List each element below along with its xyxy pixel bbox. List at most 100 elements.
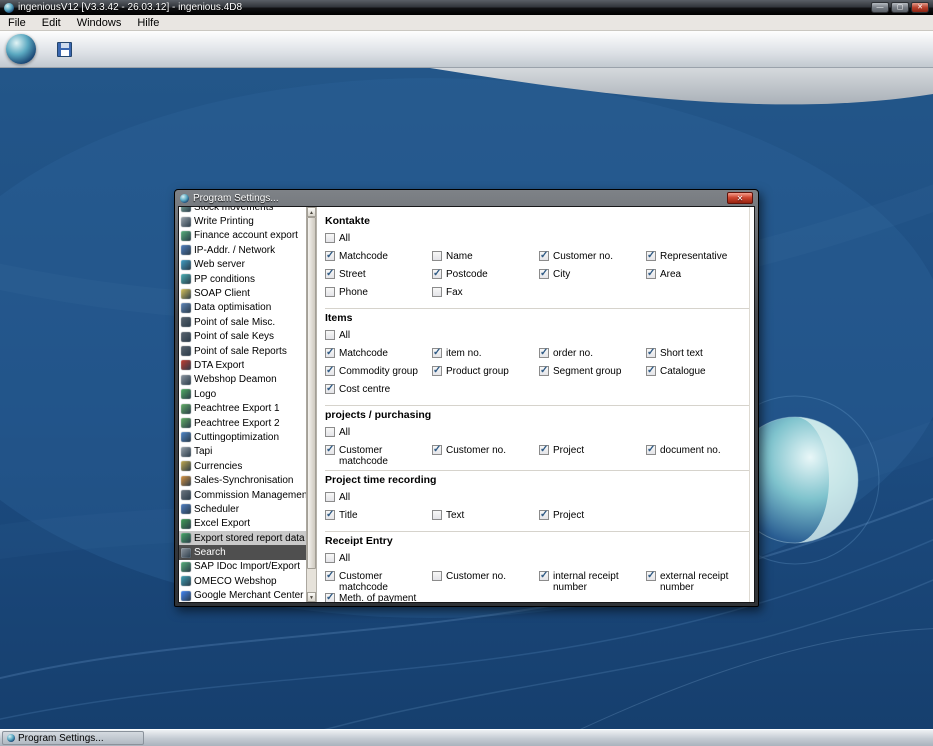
sidebar-item-soap-client[interactable]: SOAP Client xyxy=(179,286,306,300)
sidebar-item-google-merchant-center[interactable]: Google Merchant Center xyxy=(179,589,306,602)
checkbox-unchecked-icon xyxy=(325,492,335,502)
checkbox-customer-no[interactable]: ✓ Customer no. xyxy=(432,445,539,456)
sidebar-item-point-of-sale-misc[interactable]: Point of sale Misc. xyxy=(179,315,306,329)
checkbox-label: Project xyxy=(553,445,585,456)
scroll-down-icon[interactable]: ▼ xyxy=(307,592,316,602)
checkbox-project[interactable]: ✓ Project xyxy=(539,445,646,456)
checkbox-checked-icon: ✓ xyxy=(646,347,656,358)
checkbox-title[interactable]: ✓ Title xyxy=(325,510,432,521)
checkbox-street[interactable]: ✓ Street xyxy=(325,269,432,280)
checkbox-document-no[interactable]: ✓ document no. xyxy=(646,445,753,456)
sidebar-item-commission-management[interactable]: Commission Management xyxy=(179,488,306,502)
menu-edit[interactable]: Edit xyxy=(34,16,69,30)
checkbox-all[interactable]: All xyxy=(325,330,432,341)
sidebar-item-scheduler[interactable]: Scheduler xyxy=(179,502,306,516)
checkbox-text[interactable]: Text xyxy=(432,510,539,521)
excel-icon xyxy=(181,518,191,529)
menu-bar: File Edit Windows Hilfe xyxy=(0,15,933,31)
checkbox-segment-group[interactable]: ✓ Segment group xyxy=(539,366,646,377)
settings-list-scrollbar[interactable]: ▲ ▼ xyxy=(307,207,317,602)
sidebar-item-search[interactable]: Search xyxy=(179,545,306,560)
scrollbar-thumb[interactable] xyxy=(307,217,316,569)
checkbox-customer-matchcode[interactable]: ✓ Customer matchcode xyxy=(325,571,432,593)
sidebar-item-excel-export[interactable]: Excel Export xyxy=(179,517,306,531)
checkbox-checked-icon: ✓ xyxy=(325,268,335,279)
sidebar-item-webshop-deamon[interactable]: Webshop Deamon xyxy=(179,373,306,387)
sidebar-item-label: Peachtree Export 2 xyxy=(194,417,280,429)
checkbox-row: All xyxy=(325,553,750,571)
checkbox-label: item no. xyxy=(446,348,482,359)
checkbox-all[interactable]: All xyxy=(325,492,432,503)
sidebar-item-export-stored-report-data[interactable]: Export stored report data xyxy=(179,530,306,546)
sidebar-item-label: Currencies xyxy=(194,460,243,472)
checkbox-postcode[interactable]: ✓ Postcode xyxy=(432,269,539,280)
menu-hilfe[interactable]: Hilfe xyxy=(129,16,167,30)
checkbox-label: Cost centre xyxy=(339,384,391,395)
sidebar-item-cuttingoptimization[interactable]: Cuttingoptimization xyxy=(179,430,306,444)
sidebar-item-logo[interactable]: Logo xyxy=(179,387,306,401)
sidebar-item-stock-movements[interactable]: Stock movements xyxy=(179,207,306,214)
dialog-titlebar[interactable]: Program Settings... ✕ xyxy=(178,190,755,206)
checkbox-all[interactable]: All xyxy=(325,233,432,244)
scroll-up-icon[interactable]: ▲ xyxy=(307,207,316,217)
checkbox-matchcode[interactable]: ✓ Matchcode xyxy=(325,251,432,262)
checkbox-internal-receipt-number[interactable]: ✓ internal receipt number xyxy=(539,571,646,593)
checkbox-area[interactable]: ✓ Area xyxy=(646,269,753,280)
sidebar-item-point-of-sale-reports[interactable]: Point of sale Reports xyxy=(179,344,306,358)
group-receipt-entry: Receipt Entry All ✓ Customer matchcode Custo… xyxy=(325,532,750,602)
checkbox-name[interactable]: Name xyxy=(432,251,539,262)
checkbox-representative[interactable]: ✓ Representative xyxy=(646,251,753,262)
checkbox-city[interactable]: ✓ City xyxy=(539,269,646,280)
group-title: projects / purchasing xyxy=(325,409,432,421)
taskbar-item-program-settings[interactable]: Program Settings... xyxy=(2,731,144,745)
checkbox-label: Commodity group xyxy=(339,366,418,377)
sidebar-item-tapi[interactable]: Tapi xyxy=(179,445,306,459)
sidebar-item-currencies[interactable]: Currencies xyxy=(179,459,306,473)
checkbox-item-no[interactable]: ✓ item no. xyxy=(432,348,539,359)
checkbox-all[interactable]: All xyxy=(325,427,432,438)
sidebar-item-dta-export[interactable]: DTA Export xyxy=(179,358,306,372)
report-export-icon xyxy=(181,533,191,544)
sidebar-item-ip-addr-network[interactable]: IP-Addr. / Network xyxy=(179,243,306,257)
checkbox-matchcode[interactable]: ✓ Matchcode xyxy=(325,348,432,359)
checkbox-label: document no. xyxy=(660,445,721,456)
checkbox-catalogue[interactable]: ✓ Catalogue xyxy=(646,366,753,377)
sidebar-item-finance-account-export[interactable]: Finance account export xyxy=(179,229,306,243)
close-button[interactable]: ✕ xyxy=(911,2,929,13)
sidebar-item-write-printing[interactable]: Write Printing xyxy=(179,214,306,228)
sidebar-item-omeco-webshop[interactable]: OMECO Webshop xyxy=(179,574,306,588)
checkbox-customer-no[interactable]: ✓ Customer no. xyxy=(539,251,646,262)
checkbox-product-group[interactable]: ✓ Product group xyxy=(432,366,539,377)
checkbox-fax[interactable]: Fax xyxy=(432,287,539,298)
checkbox-commodity-group[interactable]: ✓ Commodity group xyxy=(325,366,432,377)
dialog-close-button[interactable]: ✕ xyxy=(727,192,753,204)
window-titlebar[interactable]: ingeniousV12 [V3.3.42 - 26.03.12] - inge… xyxy=(0,0,933,15)
checkbox-external-receipt-number[interactable]: ✓ external receipt number xyxy=(646,571,753,593)
checkbox-short-text[interactable]: ✓ Short text xyxy=(646,348,753,359)
checkbox-meth-of-payment[interactable]: ✓ Meth. of payment xyxy=(325,593,432,602)
sidebar-item-web-server[interactable]: Web server xyxy=(179,258,306,272)
sidebar-item-point-of-sale-keys[interactable]: Point of sale Keys xyxy=(179,330,306,344)
checkbox-order-no[interactable]: ✓ order no. xyxy=(539,348,646,359)
checkbox-phone[interactable]: Phone xyxy=(325,287,432,298)
checkbox-project[interactable]: ✓ Project xyxy=(539,510,646,521)
maximize-button[interactable]: ▢ xyxy=(891,2,909,13)
app-logo-button[interactable] xyxy=(6,34,36,64)
checkbox-row: ✓ Street ✓ Postcode ✓ City ✓ Area xyxy=(325,269,750,287)
menu-file[interactable]: File xyxy=(0,16,34,30)
sidebar-item-sales-synchronisation[interactable]: Sales-Synchronisation xyxy=(179,473,306,487)
save-button[interactable] xyxy=(54,40,74,59)
checkbox-cost-centre[interactable]: ✓ Cost centre xyxy=(325,384,432,395)
checkbox-all[interactable]: All xyxy=(325,553,432,564)
sidebar-item-sap-idoc-import-export[interactable]: SAP IDoc Import/Export xyxy=(179,560,306,574)
menu-windows[interactable]: Windows xyxy=(69,16,130,30)
minimize-button[interactable]: — xyxy=(871,2,889,13)
sidebar-item-pp-conditions[interactable]: PP conditions xyxy=(179,272,306,286)
checkbox-customer-matchcode[interactable]: ✓ Customer matchcode xyxy=(325,445,432,467)
sidebar-item-peachtree-export-1[interactable]: Peachtree Export 1 xyxy=(179,401,306,415)
sidebar-item-data-optimisation[interactable]: Data optimisation xyxy=(179,301,306,315)
checkbox-label: All xyxy=(339,492,351,503)
sidebar-item-peachtree-export-2[interactable]: Peachtree Export 2 xyxy=(179,416,306,430)
checkbox-customer-no[interactable]: Customer no. xyxy=(432,571,539,582)
sidebar-item-label: SAP IDoc Import/Export xyxy=(194,561,300,573)
